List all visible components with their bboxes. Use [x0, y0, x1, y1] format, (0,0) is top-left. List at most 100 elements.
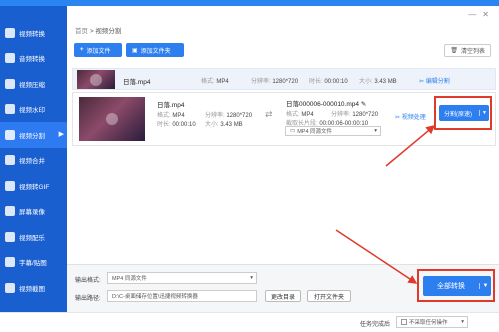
video-split-icon [5, 129, 15, 140]
sidebar-item-label: 视频截图 [19, 285, 45, 293]
chevron-down-icon[interactable]: ▼ [479, 283, 491, 289]
play-icon [90, 73, 102, 86]
tools-icon: ✂ [395, 115, 402, 121]
window-controls: —✕ [468, 10, 495, 19]
edit-pencil-icon[interactable]: ✎ [361, 101, 366, 108]
output-format-select-value: MP4 同源文件 [297, 129, 333, 135]
sidebar-item-screenshot[interactable]: 视频截图 [0, 275, 67, 301]
change-dir-button[interactable]: 更改目录 [265, 290, 301, 302]
resolution-value: 1280*720 [272, 79, 299, 85]
output-format-dropdown[interactable]: MP4 同源文件 ▾ [107, 272, 257, 284]
sidebar-item-music[interactable]: 视频配乐 [0, 224, 67, 250]
minimize-icon[interactable]: — [468, 10, 482, 19]
trash-icon: 🗑 [450, 48, 458, 54]
add-folder-button[interactable]: ▣ 添加文件夹 [126, 43, 184, 57]
sidebar-item-label: 视频分割 [19, 132, 45, 140]
chevron-down-icon: ▾ [374, 128, 377, 134]
file-list-empty-area [72, 148, 496, 264]
shuffle-icon: ⇄ [265, 109, 273, 119]
size-value: 3.43 MB [220, 122, 243, 128]
sidebar-item-label: 视频压缩 [19, 81, 45, 89]
convert-all-button[interactable]: 全部转换 ▼ [423, 276, 491, 296]
sidebar-item-label: 视频合并 [19, 158, 45, 166]
sidebar-item-video-merge[interactable]: 视频合并 [0, 148, 67, 174]
add-file-button[interactable]: + 添加文件 [74, 43, 122, 57]
output-file-name: 日落000006-000010.mp4 [286, 101, 359, 108]
video-process-label: 视频处理 [401, 115, 426, 121]
sidebar-item-audio-convert[interactable]: 音频转换 [0, 46, 67, 72]
duration-label: 时长: [157, 122, 171, 128]
split-button-label: 分割(原速) [444, 111, 472, 118]
output-format-dropdown-value: MP4 同源文件 [112, 276, 147, 282]
folder-icon: ▣ [132, 47, 138, 54]
output-path-input[interactable]: D:\C-桌面储存位置\迅捷视频转换器 [107, 290, 257, 302]
checkbox[interactable] [401, 319, 407, 325]
video-thumbnail[interactable] [79, 97, 145, 141]
video-merge-icon [5, 155, 15, 166]
sidebar-item-video-compress[interactable]: 视频压缩 [0, 71, 67, 97]
sidebar-item-screen-record[interactable]: 屏幕录像 [0, 199, 67, 225]
duration-value: 00:00:10 [324, 79, 348, 85]
size-label: 大小: [359, 79, 373, 85]
chevron-down-icon[interactable]: ▼ [479, 110, 489, 116]
chevron-right-icon: ▶ [58, 131, 64, 138]
video-process-link[interactable]: ✂ 视频处理 [395, 112, 426, 121]
scissors-icon: ✂ [419, 79, 426, 85]
sidebar-item-subtitle[interactable]: 字幕/贴图 [0, 250, 67, 276]
breadcrumb-separator: > [89, 28, 94, 35]
screenshot-icon [5, 282, 15, 293]
file-row-output[interactable]: 日落.mp4 格式: MP4 分辨率: 1280*720 时长: 00:00:1… [72, 92, 496, 146]
chevron-down-icon: ▾ [461, 319, 464, 325]
split-button[interactable]: 分割(原速) ▼ [439, 105, 489, 121]
plus-icon: + [80, 47, 84, 53]
close-icon[interactable]: ✕ [482, 10, 495, 19]
convert-button-highlight: 全部转换 ▼ [417, 269, 495, 302]
convert-all-label: 全部转换 [437, 283, 465, 290]
size-value: 3.43 MB [374, 79, 397, 85]
video-compress-icon [5, 78, 15, 89]
after-task-value: 不采取任何操作 [409, 320, 448, 326]
sidebar-item-label: 屏幕录像 [19, 209, 45, 217]
gif-icon [5, 180, 15, 191]
video-format-icon: ▭ [290, 128, 296, 134]
screen-record-icon [5, 206, 15, 217]
video-convert-icon [5, 27, 15, 38]
duration-label: 时长: [309, 79, 323, 85]
resolution-label: 分辨率: [251, 79, 271, 85]
open-folder-button[interactable]: 打开文件夹 [307, 290, 351, 302]
output-path-label: 输出路径: [75, 296, 101, 302]
watermark-icon [5, 104, 15, 115]
edit-split-link[interactable]: ✂ 编辑分割 [419, 76, 450, 85]
subtitle-icon [5, 257, 15, 268]
sidebar-item-label: 视频配乐 [19, 234, 45, 242]
breadcrumb: 首页 > 视频分割 [75, 25, 121, 35]
open-folder-label: 打开文件夹 [313, 294, 344, 301]
breadcrumb-home[interactable]: 首页 [75, 28, 88, 35]
add-folder-label: 添加文件夹 [140, 48, 171, 55]
after-task-select[interactable]: 不采取任何操作 ▾ [396, 316, 468, 328]
file-row-source[interactable]: 日落.mp4 格式: MP4 分辨率: 1280*720 时长: 00:00:1… [72, 68, 496, 90]
output-path-value: D:\C-桌面储存位置\迅捷视频转换器 [112, 294, 198, 300]
chevron-down-icon: ▾ [250, 275, 253, 281]
duration-value: 00:00:10 [172, 122, 196, 128]
task-done-label: 任务完成后 [360, 322, 391, 328]
play-icon [106, 113, 118, 125]
clear-list-button[interactable]: 🗑 清空列表 [444, 44, 491, 57]
sidebar-item-gif[interactable]: 视频转GIF [0, 173, 67, 199]
split-button-highlight: 分割(原速) ▼ [434, 96, 492, 130]
format-label: 格式: [201, 79, 215, 85]
sidebar-item-label: 字幕/贴图 [19, 260, 47, 268]
music-icon [5, 231, 15, 242]
edit-split-label: 编辑分割 [425, 79, 450, 85]
sidebar-item-label: 音频转换 [19, 56, 45, 64]
sidebar-item-video-convert[interactable]: 视频转换 [0, 20, 67, 46]
sidebar: 视频转换 音频转换 视频压缩 视频水印 视频分割 ▶ 视频合并 视频转GIF 屏幕… [0, 6, 67, 312]
sidebar-item-label: 视频转GIF [19, 183, 50, 191]
sidebar-item-label: 视频转换 [19, 30, 45, 38]
output-format-label: 输出格式: [75, 278, 101, 284]
sidebar-item-watermark[interactable]: 视频水印 [0, 97, 67, 123]
output-format-select[interactable]: ▭ MP4 同源文件 ▾ [285, 126, 381, 136]
sidebar-item-video-split[interactable]: 视频分割 ▶ [0, 122, 67, 148]
video-thumbnail[interactable] [77, 70, 115, 89]
breadcrumb-current: 视频分割 [95, 28, 122, 35]
